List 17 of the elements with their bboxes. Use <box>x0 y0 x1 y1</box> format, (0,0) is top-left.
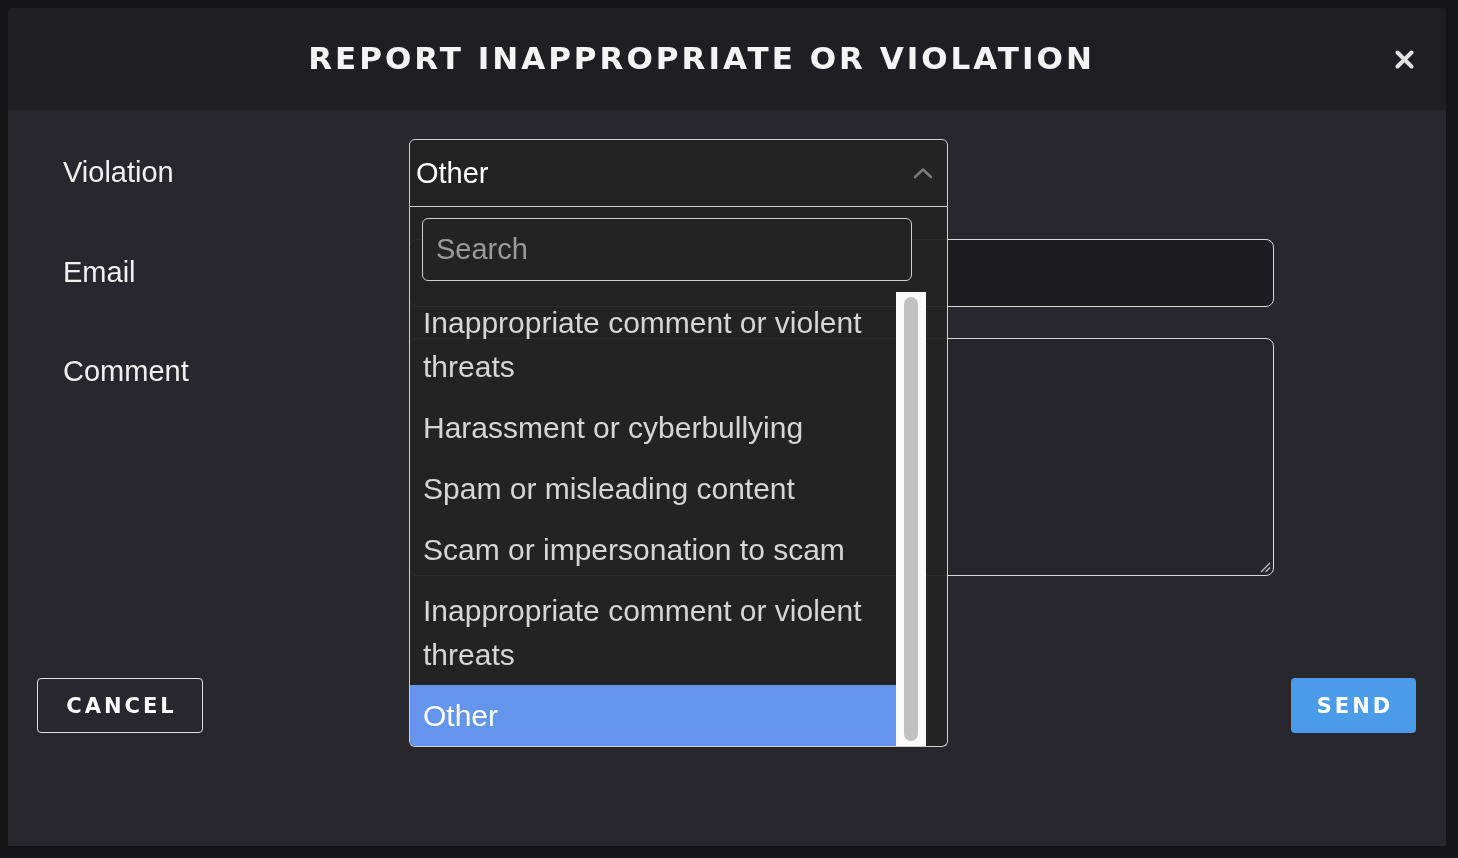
scrollbar[interactable] <box>896 292 926 746</box>
dropdown-option[interactable]: Inappropriate comment or violent threats <box>410 292 896 397</box>
close-icon <box>1395 49 1414 69</box>
field-label: Email <box>63 254 136 290</box>
dropdown-option[interactable]: Harassment or cyberbullying <box>410 397 896 458</box>
cancel-button[interactable]: CANCEL <box>37 678 203 733</box>
scrollbar-thumb[interactable] <box>904 297 918 741</box>
select-field[interactable]: Other <box>409 139 948 207</box>
dropdown-option[interactable]: Spam or misleading content <box>410 458 896 519</box>
field-label: Comment <box>63 354 189 389</box>
dialog-title: REPORT INAPPROPRIATE OR VIOLATION <box>307 40 1095 78</box>
dropdown-option[interactable]: Scam or impersonation to scam <box>410 519 896 580</box>
field-label: Violation <box>63 155 174 190</box>
resize-grip-icon[interactable] <box>1260 562 1271 573</box>
search-field[interactable]: Search <box>422 218 912 281</box>
dropdown-option[interactable]: Inappropriate comment or violent threats <box>410 580 896 685</box>
close-button[interactable] <box>1395 49 1414 69</box>
